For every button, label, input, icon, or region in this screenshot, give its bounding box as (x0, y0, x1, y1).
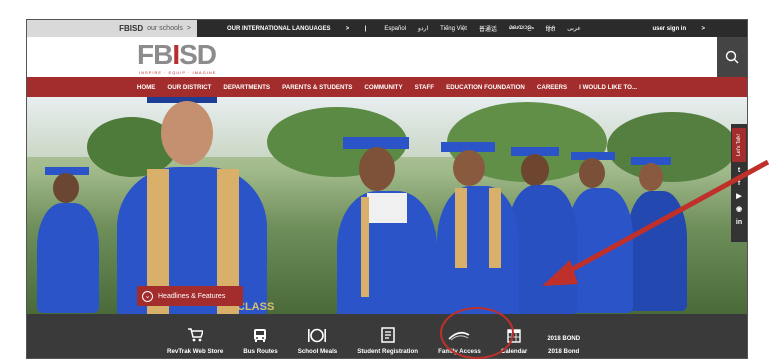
quick-link-label: Student Registration (357, 348, 419, 355)
bond-icon: 2018 BOND (547, 336, 581, 342)
nav-i-would-like-to[interactable]: I WOULD LIKE TO... (579, 84, 637, 91)
header: FBISD INSPIRE · EQUIP · IMAGINE (27, 37, 747, 77)
nav-departments[interactable]: DEPARTMENTS (223, 84, 270, 91)
quick-link-student-registration[interactable]: Student Registration (357, 317, 418, 355)
search-icon (725, 50, 739, 64)
schools-label: our schools (147, 25, 183, 32)
lang-arabic[interactable]: عربى (561, 25, 587, 32)
quick-link-revtrak[interactable]: RevTrak Web Store (167, 317, 223, 355)
chevron-down-icon: ⌄ (142, 290, 153, 302)
main-nav: HOME OUR DISTRICT DEPARTMENTS PARENTS & … (27, 77, 747, 97)
quick-link-label: RevTrak Web Store (167, 348, 224, 355)
headlines-label: Headlines & Features (158, 292, 226, 300)
bus-icon (254, 328, 267, 342)
lets-talk-button[interactable]: Let's Talk! (732, 128, 746, 162)
utility-bar: FBISD our schools > OUR INTERNATIONAL LA… (27, 20, 747, 37)
lang-mandarin[interactable]: 普通话 (473, 24, 503, 33)
quick-link-bus-routes[interactable]: Bus Routes (243, 317, 278, 355)
nav-our-district[interactable]: OUR DISTRICT (167, 84, 211, 91)
lang-urdu[interactable]: اردو (412, 25, 434, 32)
headlines-features-button[interactable]: ⌄ Headlines & Features (137, 286, 243, 306)
chevron-right-icon: > (701, 25, 705, 32)
quick-link-label: Bus Routes (243, 348, 278, 355)
search-button[interactable] (717, 37, 747, 77)
quick-link-2018-bond[interactable]: 2018 BOND 2018 Bond (547, 317, 580, 355)
nav-home[interactable]: HOME (137, 84, 156, 91)
chevron-right-icon: > (186, 25, 191, 32)
schools-brand: FBISD (119, 24, 144, 33)
meals-icon (308, 328, 327, 342)
lang-malayalam[interactable]: മലയാളം (503, 25, 540, 32)
fbisd-logo[interactable]: FBISD (137, 39, 217, 70)
annotation-circle (440, 307, 514, 359)
cart-icon (188, 328, 204, 342)
quick-link-label: School Meals (297, 348, 338, 355)
quick-links-bar: RevTrak Web Store Bus Routes School Meal… (27, 314, 747, 358)
nav-staff[interactable]: STAFF (415, 84, 434, 91)
logo-text: SD (179, 39, 217, 70)
lang-spanish[interactable]: Español (378, 26, 412, 32)
nav-community[interactable]: COMMUNITY (364, 84, 402, 91)
nav-parents-students[interactable]: PARENTS & STUDENTS (282, 84, 352, 91)
user-sign-in-link[interactable]: user sign in > (640, 26, 747, 32)
logo-tagline: INSPIRE · EQUIP · IMAGINE (139, 70, 217, 75)
annotation-arrow (542, 160, 770, 286)
logo-text: FB (137, 39, 173, 70)
chevron-right-icon: > (345, 25, 350, 32)
lang-vietnamese[interactable]: Tiếng Việt (434, 26, 473, 32)
lang-hindi[interactable]: हिंदी (540, 25, 561, 33)
quick-link-school-meals[interactable]: School Meals (297, 317, 338, 355)
separator: | (364, 25, 367, 32)
our-schools-link[interactable]: FBISD our schools > (27, 20, 197, 37)
language-bar: OUR INTERNATIONAL LANGUAGES > | Español … (197, 20, 747, 37)
nav-careers[interactable]: CAREERS (537, 84, 567, 91)
quick-link-label: 2018 Bond (548, 348, 580, 355)
registration-icon (380, 327, 395, 343)
intl-languages-label: OUR INTERNATIONAL LANGUAGES (227, 25, 331, 32)
intl-languages-link[interactable]: OUR INTERNATIONAL LANGUAGES > | (197, 26, 378, 32)
sign-in-label: user sign in (652, 25, 687, 32)
nav-education-foundation[interactable]: EDUCATION FOUNDATION (446, 84, 525, 91)
